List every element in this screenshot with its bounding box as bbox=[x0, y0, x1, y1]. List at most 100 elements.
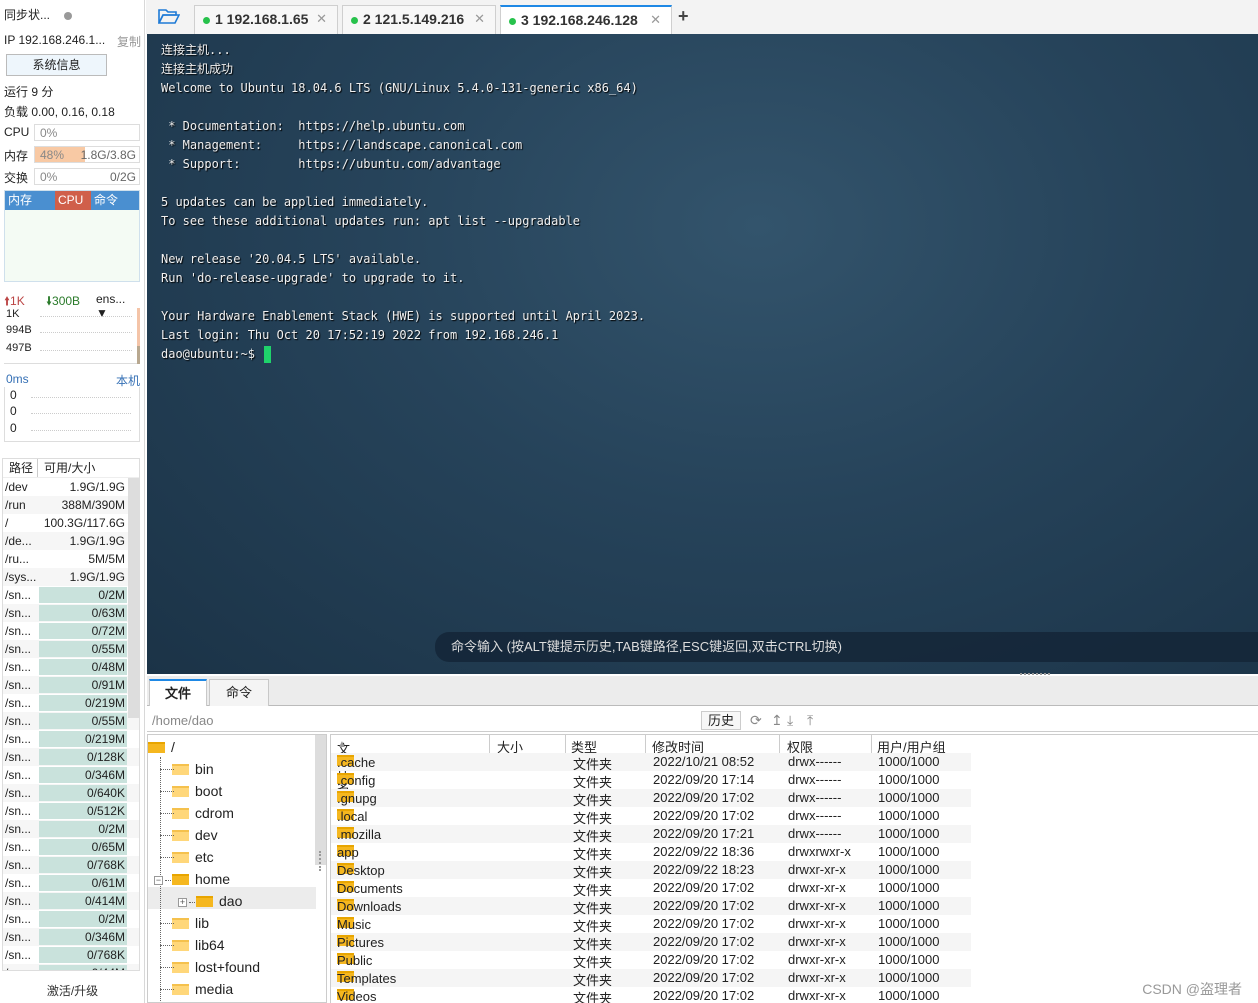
file-row[interactable]: app 文件夹 2022/09/22 18:36 drwxrwxr-x 1000… bbox=[331, 843, 971, 862]
download-icon[interactable]: ⤓ bbox=[787, 712, 793, 729]
disk-row[interactable]: /sn... 0/72M bbox=[3, 622, 139, 640]
session-tab-active[interactable]: 3 192.168.246.128 ✕ bbox=[500, 5, 672, 34]
disk-row[interactable]: /sn... 0/55M bbox=[3, 640, 139, 658]
file-row[interactable]: .mozilla 文件夹 2022/09/20 17:21 drwx------… bbox=[331, 825, 971, 844]
open-folder-icon[interactable] bbox=[157, 8, 181, 28]
tree-node[interactable]: etc bbox=[172, 847, 214, 867]
tree-node[interactable]: cdrom bbox=[172, 803, 234, 823]
file-row[interactable]: Desktop 文件夹 2022/09/22 18:23 drwxr-xr-x … bbox=[331, 861, 971, 880]
disk-header-path[interactable]: 路径 bbox=[3, 459, 38, 477]
copy-ip-button[interactable]: 复制 bbox=[117, 33, 141, 50]
add-tab-icon[interactable]: + bbox=[678, 6, 689, 27]
tab-files[interactable]: 文件 bbox=[149, 679, 207, 706]
terminal-line-text: Last login: Thu Oct 20 17:52:19 2022 fro… bbox=[161, 328, 559, 342]
tree-splitter[interactable] bbox=[319, 851, 322, 871]
terminal-line: * Support: https://ubuntu.com/advantage bbox=[161, 155, 500, 174]
disk-row[interactable]: /sn... 0/2M bbox=[3, 910, 139, 928]
disk-row[interactable]: /dev 1.9G/1.9G bbox=[3, 478, 139, 496]
disk-row[interactable]: /ru... 5M/5M bbox=[3, 550, 139, 568]
column-divider[interactable] bbox=[871, 735, 872, 753]
tab-commands[interactable]: 命令 bbox=[209, 679, 269, 706]
terminal[interactable]: 连接主机... 连接主机成功 Welcome to Ubuntu 18.04.6 L… bbox=[147, 34, 1258, 674]
file-permissions: drwx------ bbox=[788, 826, 842, 841]
ping-graph: 0 0 0 bbox=[4, 387, 140, 442]
close-icon[interactable]: ✕ bbox=[474, 6, 485, 32]
path-input[interactable]: /home/dao bbox=[152, 713, 213, 728]
disk-row[interactable]: /sn... 0/346M bbox=[3, 766, 139, 784]
tree-node[interactable]: + dao bbox=[178, 891, 242, 911]
refresh-icon[interactable]: ⟳ bbox=[750, 712, 762, 729]
terminal-cursor bbox=[264, 346, 272, 363]
disk-header-usage[interactable]: 可用/大小 bbox=[38, 459, 95, 477]
file-row[interactable]: .gnupg 文件夹 2022/09/20 17:02 drwx------ 1… bbox=[331, 789, 971, 808]
file-row[interactable]: .local 文件夹 2022/09/20 17:02 drwx------ 1… bbox=[331, 807, 971, 826]
activate-upgrade-link[interactable]: 激活/升级 bbox=[0, 982, 145, 999]
disk-path: /sn... bbox=[5, 786, 32, 800]
file-row[interactable]: Videos 文件夹 2022/09/20 17:02 drwxr-xr-x 1… bbox=[331, 987, 971, 1003]
disk-row[interactable]: /sn... 0/640K bbox=[3, 784, 139, 802]
disk-row[interactable]: /sn... 0/61M bbox=[3, 874, 139, 892]
file-row[interactable]: Templates 文件夹 2022/09/20 17:02 drwxr-xr-… bbox=[331, 969, 971, 988]
tree-node[interactable]: lib bbox=[172, 913, 209, 933]
disk-row[interactable]: /sn... 0/63M bbox=[3, 604, 139, 622]
disk-row[interactable]: /sn... 0/768K bbox=[3, 946, 139, 964]
process-tab-command[interactable]: 命令 bbox=[91, 191, 121, 210]
history-button[interactable]: 历史 bbox=[701, 711, 741, 730]
session-tab[interactable]: 2 121.5.149.216 ✕ bbox=[342, 5, 496, 34]
tree-node[interactable]: dev bbox=[172, 825, 218, 845]
disk-row[interactable]: / 100.3G/117.6G bbox=[3, 514, 139, 532]
tree-node[interactable]: lost+found bbox=[172, 957, 260, 977]
tree-node[interactable]: bin bbox=[172, 759, 214, 779]
column-divider[interactable] bbox=[565, 735, 566, 753]
column-divider[interactable] bbox=[645, 735, 646, 753]
file-modified: 2022/09/20 17:02 bbox=[653, 934, 755, 949]
column-divider[interactable] bbox=[779, 735, 780, 753]
disk-row[interactable]: /sn... 0/2M bbox=[3, 586, 139, 604]
disk-row[interactable]: /sn... 0/65M bbox=[3, 838, 139, 856]
process-tab-cpu[interactable]: CPU bbox=[55, 191, 91, 210]
disk-row[interactable]: /sn... 0/512K bbox=[3, 802, 139, 820]
file-row[interactable]: Downloads 文件夹 2022/09/20 17:02 drwxr-xr-… bbox=[331, 897, 971, 916]
disk-row[interactable]: /run 388M/390M bbox=[3, 496, 139, 514]
expand-icon[interactable]: + bbox=[178, 897, 187, 907]
file-row[interactable]: .cache 文件夹 2022/10/21 08:52 drwx------ 1… bbox=[331, 753, 971, 772]
disk-row[interactable]: /sn... 0/414M bbox=[3, 892, 139, 910]
sync-status[interactable]: 同步状... bbox=[4, 6, 73, 23]
session-tab[interactable]: 1 192.168.1.65 ✕ bbox=[194, 5, 338, 34]
file-row[interactable]: Public 文件夹 2022/09/20 17:02 drwxr-xr-x 1… bbox=[331, 951, 971, 970]
close-icon[interactable]: ✕ bbox=[650, 7, 661, 33]
collapse-icon[interactable]: − bbox=[154, 875, 163, 885]
disk-row[interactable]: /sys... 1.9G/1.9G bbox=[3, 568, 139, 586]
file-row[interactable]: Documents 文件夹 2022/09/20 17:02 drwxr-xr-… bbox=[331, 879, 971, 898]
tree-node[interactable]: − home bbox=[154, 869, 230, 889]
disk-row[interactable]: /de... 1.9G/1.9G bbox=[3, 532, 139, 550]
system-info-button[interactable]: 系统信息 bbox=[6, 54, 107, 76]
tree-node[interactable]: lib64 bbox=[172, 935, 225, 955]
file-row[interactable]: .config 文件夹 2022/09/20 17:14 drwx------ … bbox=[331, 771, 971, 790]
tree-node[interactable]: media bbox=[172, 979, 233, 999]
disk-row[interactable]: /sn... 0/219M bbox=[3, 730, 139, 748]
parent-directory-icon[interactable]: ↥ bbox=[771, 712, 783, 729]
file-modified: 2022/09/22 18:23 bbox=[653, 862, 755, 877]
file-row[interactable]: Music 文件夹 2022/09/20 17:02 drwxr-xr-x 10… bbox=[331, 915, 971, 934]
close-icon[interactable]: ✕ bbox=[316, 6, 327, 32]
connected-dot-icon bbox=[509, 17, 516, 25]
disk-row[interactable]: /sn... 0/346M bbox=[3, 928, 139, 946]
disk-row[interactable]: /sn... 0/91M bbox=[3, 676, 139, 694]
tree-node[interactable]: / bbox=[148, 737, 175, 757]
command-input[interactable]: 命令输入 (按ALT键提示历史,TAB键路径,ESC键返回,双击CTRL切换) bbox=[435, 632, 1258, 662]
upload-icon[interactable]: ⤒ bbox=[807, 712, 813, 729]
column-divider[interactable] bbox=[489, 735, 490, 753]
disk-scrollbar[interactable] bbox=[128, 478, 139, 718]
disk-row[interactable]: /sn... 0/768K bbox=[3, 856, 139, 874]
disk-row[interactable]: /sn... 0/2M bbox=[3, 820, 139, 838]
disk-row[interactable]: /... 0/44M bbox=[3, 964, 139, 970]
disk-row[interactable]: /sn... 0/128K bbox=[3, 748, 139, 766]
file-row[interactable]: Pictures 文件夹 2022/09/20 17:02 drwxr-xr-x… bbox=[331, 933, 971, 952]
disk-row[interactable]: /sn... 0/219M bbox=[3, 694, 139, 712]
tree-node[interactable]: boot bbox=[172, 781, 222, 801]
disk-row[interactable]: /sn... 0/48M bbox=[3, 658, 139, 676]
disk-row[interactable]: /sn... 0/55M bbox=[3, 712, 139, 730]
process-tab-memory[interactable]: 内存 bbox=[5, 191, 55, 210]
tree-scrollbar[interactable] bbox=[315, 735, 326, 865]
